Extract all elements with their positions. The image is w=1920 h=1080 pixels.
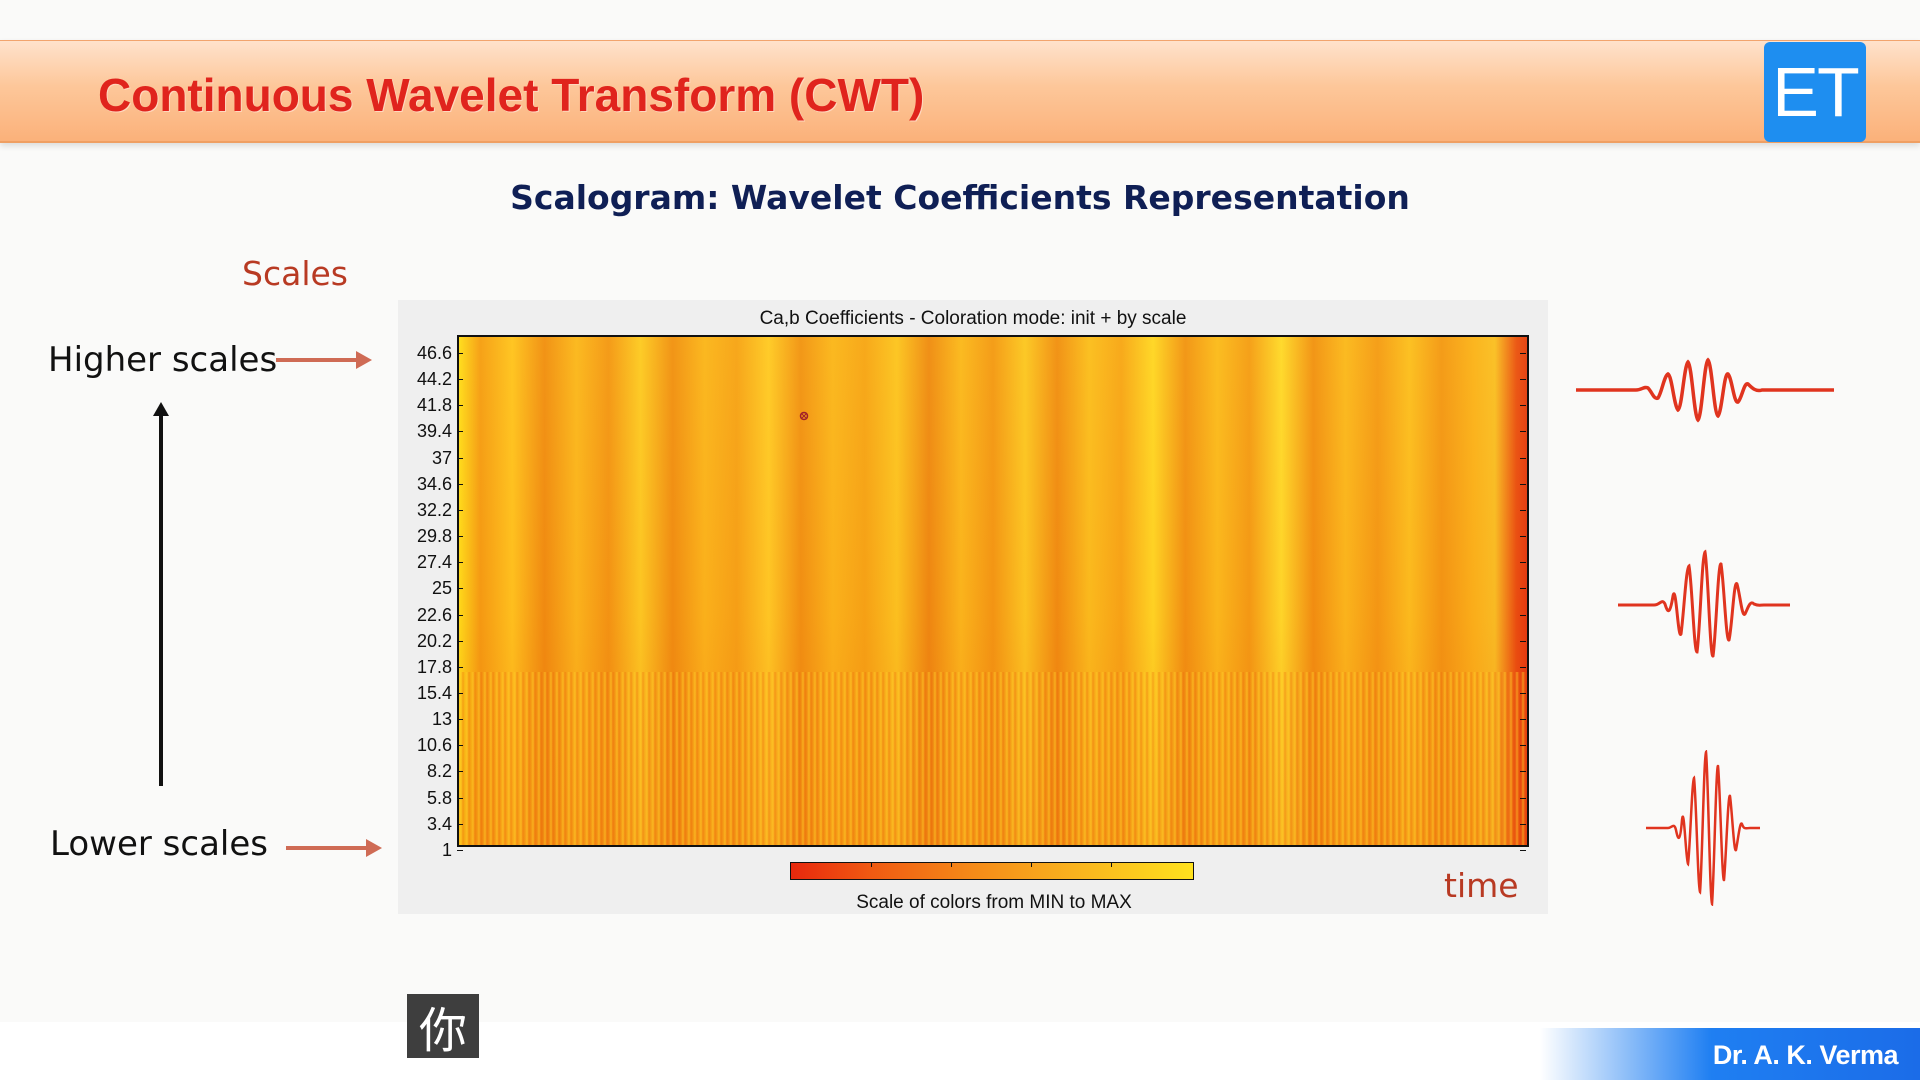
y-tick-mark — [457, 405, 463, 407]
y-tick-label: 15.4 — [416, 682, 452, 703]
mid-scale-wavelet-icon — [1618, 549, 1790, 658]
y-tick-mark — [457, 745, 463, 747]
y-tick-label: 20.2 — [416, 630, 452, 651]
y-tick-label: 44.2 — [416, 369, 452, 390]
scales-label: Scales — [242, 254, 348, 293]
y-tick-label: 46.6 — [416, 343, 452, 363]
y-tick-mark-right — [1520, 483, 1526, 485]
y-tick-label: 37 — [431, 447, 452, 468]
plot-fine-stripes — [459, 672, 1527, 845]
y-tick-mark-right — [1520, 536, 1526, 538]
y-tick-mark-right — [1520, 353, 1526, 354]
higher-scales-label: Higher scales — [48, 340, 278, 380]
colorbar-tick — [1031, 863, 1032, 867]
cursor-marker-icon — [799, 411, 809, 421]
y-tick-mark-right — [1520, 588, 1526, 590]
y-tick-mark — [457, 431, 463, 433]
y-tick-mark-right — [1520, 745, 1526, 747]
y-tick-label: 41.8 — [416, 395, 452, 416]
colorbar — [790, 862, 1194, 880]
y-tick-mark — [457, 719, 463, 721]
y-tick-mark — [457, 797, 463, 799]
y-tick-label: 10.6 — [416, 735, 452, 756]
scalogram-plot-area — [457, 335, 1529, 847]
y-tick-mark-right — [1520, 849, 1526, 851]
higher-scales-arrow-icon — [276, 351, 372, 369]
y-tick-mark — [457, 536, 463, 538]
y-tick-mark-right — [1520, 771, 1526, 773]
y-tick-mark-right — [1520, 431, 1526, 433]
author-credit: Dr. A. K. Verma — [1712, 1040, 1899, 1070]
y-tick-mark-right — [1520, 797, 1526, 799]
y-tick-mark — [457, 640, 463, 642]
colorbar-label: Scale of colors from MIN to MAX — [856, 892, 1132, 913]
y-tick-mark-right — [1520, 379, 1526, 381]
y-tick-mark-right — [1520, 405, 1526, 407]
y-tick-mark-right — [1520, 823, 1526, 825]
time-axis-label: time — [1444, 866, 1519, 905]
up-arrow-icon — [159, 412, 163, 786]
y-tick-mark-right — [1520, 640, 1526, 642]
y-tick-mark — [457, 483, 463, 485]
y-tick-label: 13 — [431, 709, 452, 730]
colorbar-tick — [1111, 863, 1112, 867]
caption-overlay-glyph: 你 — [407, 994, 479, 1059]
y-tick-mark — [457, 692, 463, 694]
y-tick-mark — [457, 588, 463, 590]
y-tick-label: 1 — [441, 839, 452, 860]
y-tick-mark — [457, 823, 463, 825]
y-tick-label: 32.2 — [416, 499, 452, 520]
y-tick-label: 27.4 — [416, 552, 452, 573]
high-scale-wavelet-icon — [1576, 357, 1834, 423]
colorbar-tick — [951, 863, 952, 867]
y-tick-mark — [457, 849, 463, 851]
low-scale-wavelet-icon — [1646, 750, 1760, 906]
et-logo: ET — [1764, 42, 1866, 142]
y-tick-label: 25 — [431, 578, 452, 599]
lower-scales-label: Lower scales — [50, 824, 268, 864]
y-tick-mark-right — [1520, 509, 1526, 511]
y-tick-mark — [457, 614, 463, 616]
y-tick-mark-right — [1520, 666, 1526, 668]
slide-subtitle: Scalogram: Wavelet Coefficients Represen… — [510, 178, 1410, 217]
y-tick-label: 29.8 — [416, 526, 452, 547]
y-tick-label: 17.8 — [416, 656, 452, 677]
scalogram-figure: Ca,b Coefficients - Coloration mode: ini… — [398, 300, 1548, 914]
y-tick-label: 8.2 — [426, 761, 452, 782]
y-tick-label: 39.4 — [416, 421, 452, 442]
y-tick-mark-right — [1520, 457, 1526, 459]
y-tick-mark — [457, 666, 463, 668]
y-tick-label: 22.6 — [416, 604, 452, 625]
y-tick-mark-right — [1520, 692, 1526, 694]
y-tick-mark — [457, 771, 463, 773]
y-tick-mark-right — [1520, 614, 1526, 616]
y-tick-mark — [457, 509, 463, 511]
y-tick-label: 34.6 — [416, 473, 452, 494]
y-tick-mark — [457, 457, 463, 459]
y-tick-mark-right — [1520, 719, 1526, 721]
y-tick-mark — [457, 379, 463, 381]
y-tick-label: 3.4 — [426, 813, 452, 834]
y-tick-mark-right — [1520, 562, 1526, 564]
lower-scales-arrow-icon — [286, 839, 382, 857]
y-tick-label: 5.8 — [426, 787, 452, 808]
y-tick-mark — [457, 353, 463, 354]
slide-title: Continuous Wavelet Transform (CWT) — [98, 69, 925, 121]
plot-title: Ca,b Coefficients - Coloration mode: ini… — [759, 308, 1187, 329]
y-tick-mark — [457, 562, 463, 564]
colorbar-tick — [871, 863, 872, 867]
